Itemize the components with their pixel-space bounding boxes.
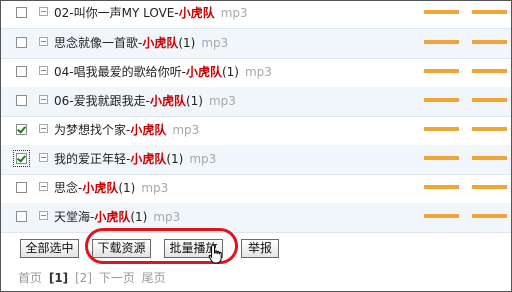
song-name: 04-唱我最爱的歌给你听-: [54, 65, 186, 79]
song-format: mp3: [141, 181, 169, 195]
song-name: 02-叫你一声MY LOVE-: [54, 6, 179, 20]
song-artist[interactable]: 小虎队: [130, 152, 166, 166]
song-list-panel: 02-叫你一声MY LOVE-小虎队 mp3 思念就像一首歌-小虎队(1) mp3 …: [0, 0, 512, 292]
song-title[interactable]: 我的爱正年轻-小虎队(1) mp3: [54, 152, 216, 167]
popularity-bar: [472, 156, 507, 160]
song-name: 为梦想找个家-: [54, 123, 131, 137]
next-page-link[interactable]: 下一页: [99, 271, 135, 285]
hand-cursor-icon: [208, 244, 222, 264]
popularity-bar: [472, 214, 507, 218]
song-format: mp3: [172, 123, 200, 137]
rating-bar: [424, 98, 459, 102]
song-format: mp3: [244, 65, 272, 79]
expand-icon[interactable]: [39, 182, 48, 191]
song-checkbox[interactable]: [16, 182, 27, 193]
first-page-link[interactable]: 首页: [18, 271, 42, 285]
song-row: 04-唱我最爱的歌给你听-小虎队(1) mp3: [1, 58, 511, 88]
song-artist[interactable]: 小虎队: [94, 210, 130, 224]
song-title[interactable]: 04-唱我最爱的歌给你听-小虎队(1) mp3: [54, 65, 272, 80]
song-checkbox[interactable]: [16, 124, 27, 135]
pagination: 首页 [1] [2] 下一页 尾页: [18, 269, 169, 286]
song-format: mp3: [189, 152, 217, 166]
expand-icon[interactable]: [39, 211, 48, 220]
song-name: 天堂海-: [54, 210, 95, 224]
song-name: 我的爱正年轻-: [54, 152, 131, 166]
rating-bar: [424, 156, 459, 160]
song-row: 我的爱正年轻-小虎队(1) mp3: [1, 145, 511, 175]
expand-icon[interactable]: [39, 124, 48, 133]
song-count: (1): [130, 210, 148, 224]
song-checkbox[interactable]: [13, 150, 30, 167]
song-row: 天堂海-小虎队(1) mp3: [1, 203, 511, 233]
song-title[interactable]: 为梦想找个家-小虎队 mp3: [54, 123, 199, 138]
song-checkbox[interactable]: [16, 37, 27, 48]
popularity-bar: [472, 127, 507, 131]
song-name: 思念就像一首歌-: [54, 36, 143, 50]
rating-bar: [424, 214, 459, 218]
song-row: 思念就像一首歌-小虎队(1) mp3: [1, 29, 511, 59]
expand-icon[interactable]: [39, 37, 48, 46]
page-2-link[interactable]: [2]: [75, 271, 92, 285]
song-artist[interactable]: 小虎队: [179, 6, 215, 20]
song-artist[interactable]: 小虎队: [82, 181, 118, 195]
song-row: 02-叫你一声MY LOVE-小虎队 mp3: [1, 1, 511, 29]
expand-icon[interactable]: [39, 66, 48, 75]
song-format: mp3: [208, 94, 236, 108]
song-title[interactable]: 思念就像一首歌-小虎队(1) mp3: [54, 36, 228, 51]
rating-bar: [424, 69, 459, 73]
song-count: (1): [178, 36, 196, 50]
song-row: 为梦想找个家-小虎队 mp3: [1, 116, 511, 146]
last-page-link[interactable]: 尾页: [142, 271, 166, 285]
expand-icon[interactable]: [39, 153, 48, 162]
expand-icon[interactable]: [39, 7, 48, 16]
song-name: 思念-: [54, 181, 83, 195]
song-name: 06-爱我就跟我走-: [54, 94, 150, 108]
song-count: (1): [221, 65, 239, 79]
action-toolbar: 全部选中 下载资源 批量播放 举报: [1, 233, 511, 263]
rating-bar: [424, 127, 459, 131]
song-checkbox[interactable]: [16, 7, 27, 18]
song-artist[interactable]: 小虎队: [150, 94, 186, 108]
song-checkbox[interactable]: [16, 95, 27, 106]
song-title[interactable]: 02-叫你一声MY LOVE-小虎队 mp3: [54, 6, 248, 21]
song-artist[interactable]: 小虎队: [142, 36, 178, 50]
report-button[interactable]: 举报: [241, 239, 279, 258]
select-all-button[interactable]: 全部选中: [20, 239, 79, 258]
song-row: 06-爱我就跟我走-小虎队(1) mp3: [1, 87, 511, 117]
popularity-bar: [472, 10, 507, 14]
rating-bar: [424, 10, 459, 14]
expand-icon[interactable]: [39, 95, 48, 104]
song-count: (1): [185, 94, 203, 108]
song-artist[interactable]: 小虎队: [130, 123, 166, 137]
song-count: (1): [118, 181, 136, 195]
rating-bar: [424, 185, 459, 189]
song-count: (1): [166, 152, 184, 166]
song-title[interactable]: 天堂海-小虎队(1) mp3: [54, 210, 180, 225]
song-title[interactable]: 思念-小虎队(1) mp3: [54, 181, 168, 196]
song-checkbox[interactable]: [16, 211, 27, 222]
popularity-bar: [472, 40, 507, 44]
popularity-bar: [472, 98, 507, 102]
song-format: mp3: [201, 36, 229, 50]
song-checkbox[interactable]: [16, 66, 27, 77]
popularity-bar: [472, 69, 507, 73]
popularity-bar: [472, 185, 507, 189]
song-artist[interactable]: 小虎队: [186, 65, 222, 79]
rating-bar: [424, 40, 459, 44]
song-title[interactable]: 06-爱我就跟我走-小虎队(1) mp3: [54, 94, 236, 109]
song-row: 思念-小虎队(1) mp3: [1, 174, 511, 204]
current-page: [1]: [48, 271, 69, 285]
song-format: mp3: [220, 6, 248, 20]
song-format: mp3: [153, 210, 181, 224]
